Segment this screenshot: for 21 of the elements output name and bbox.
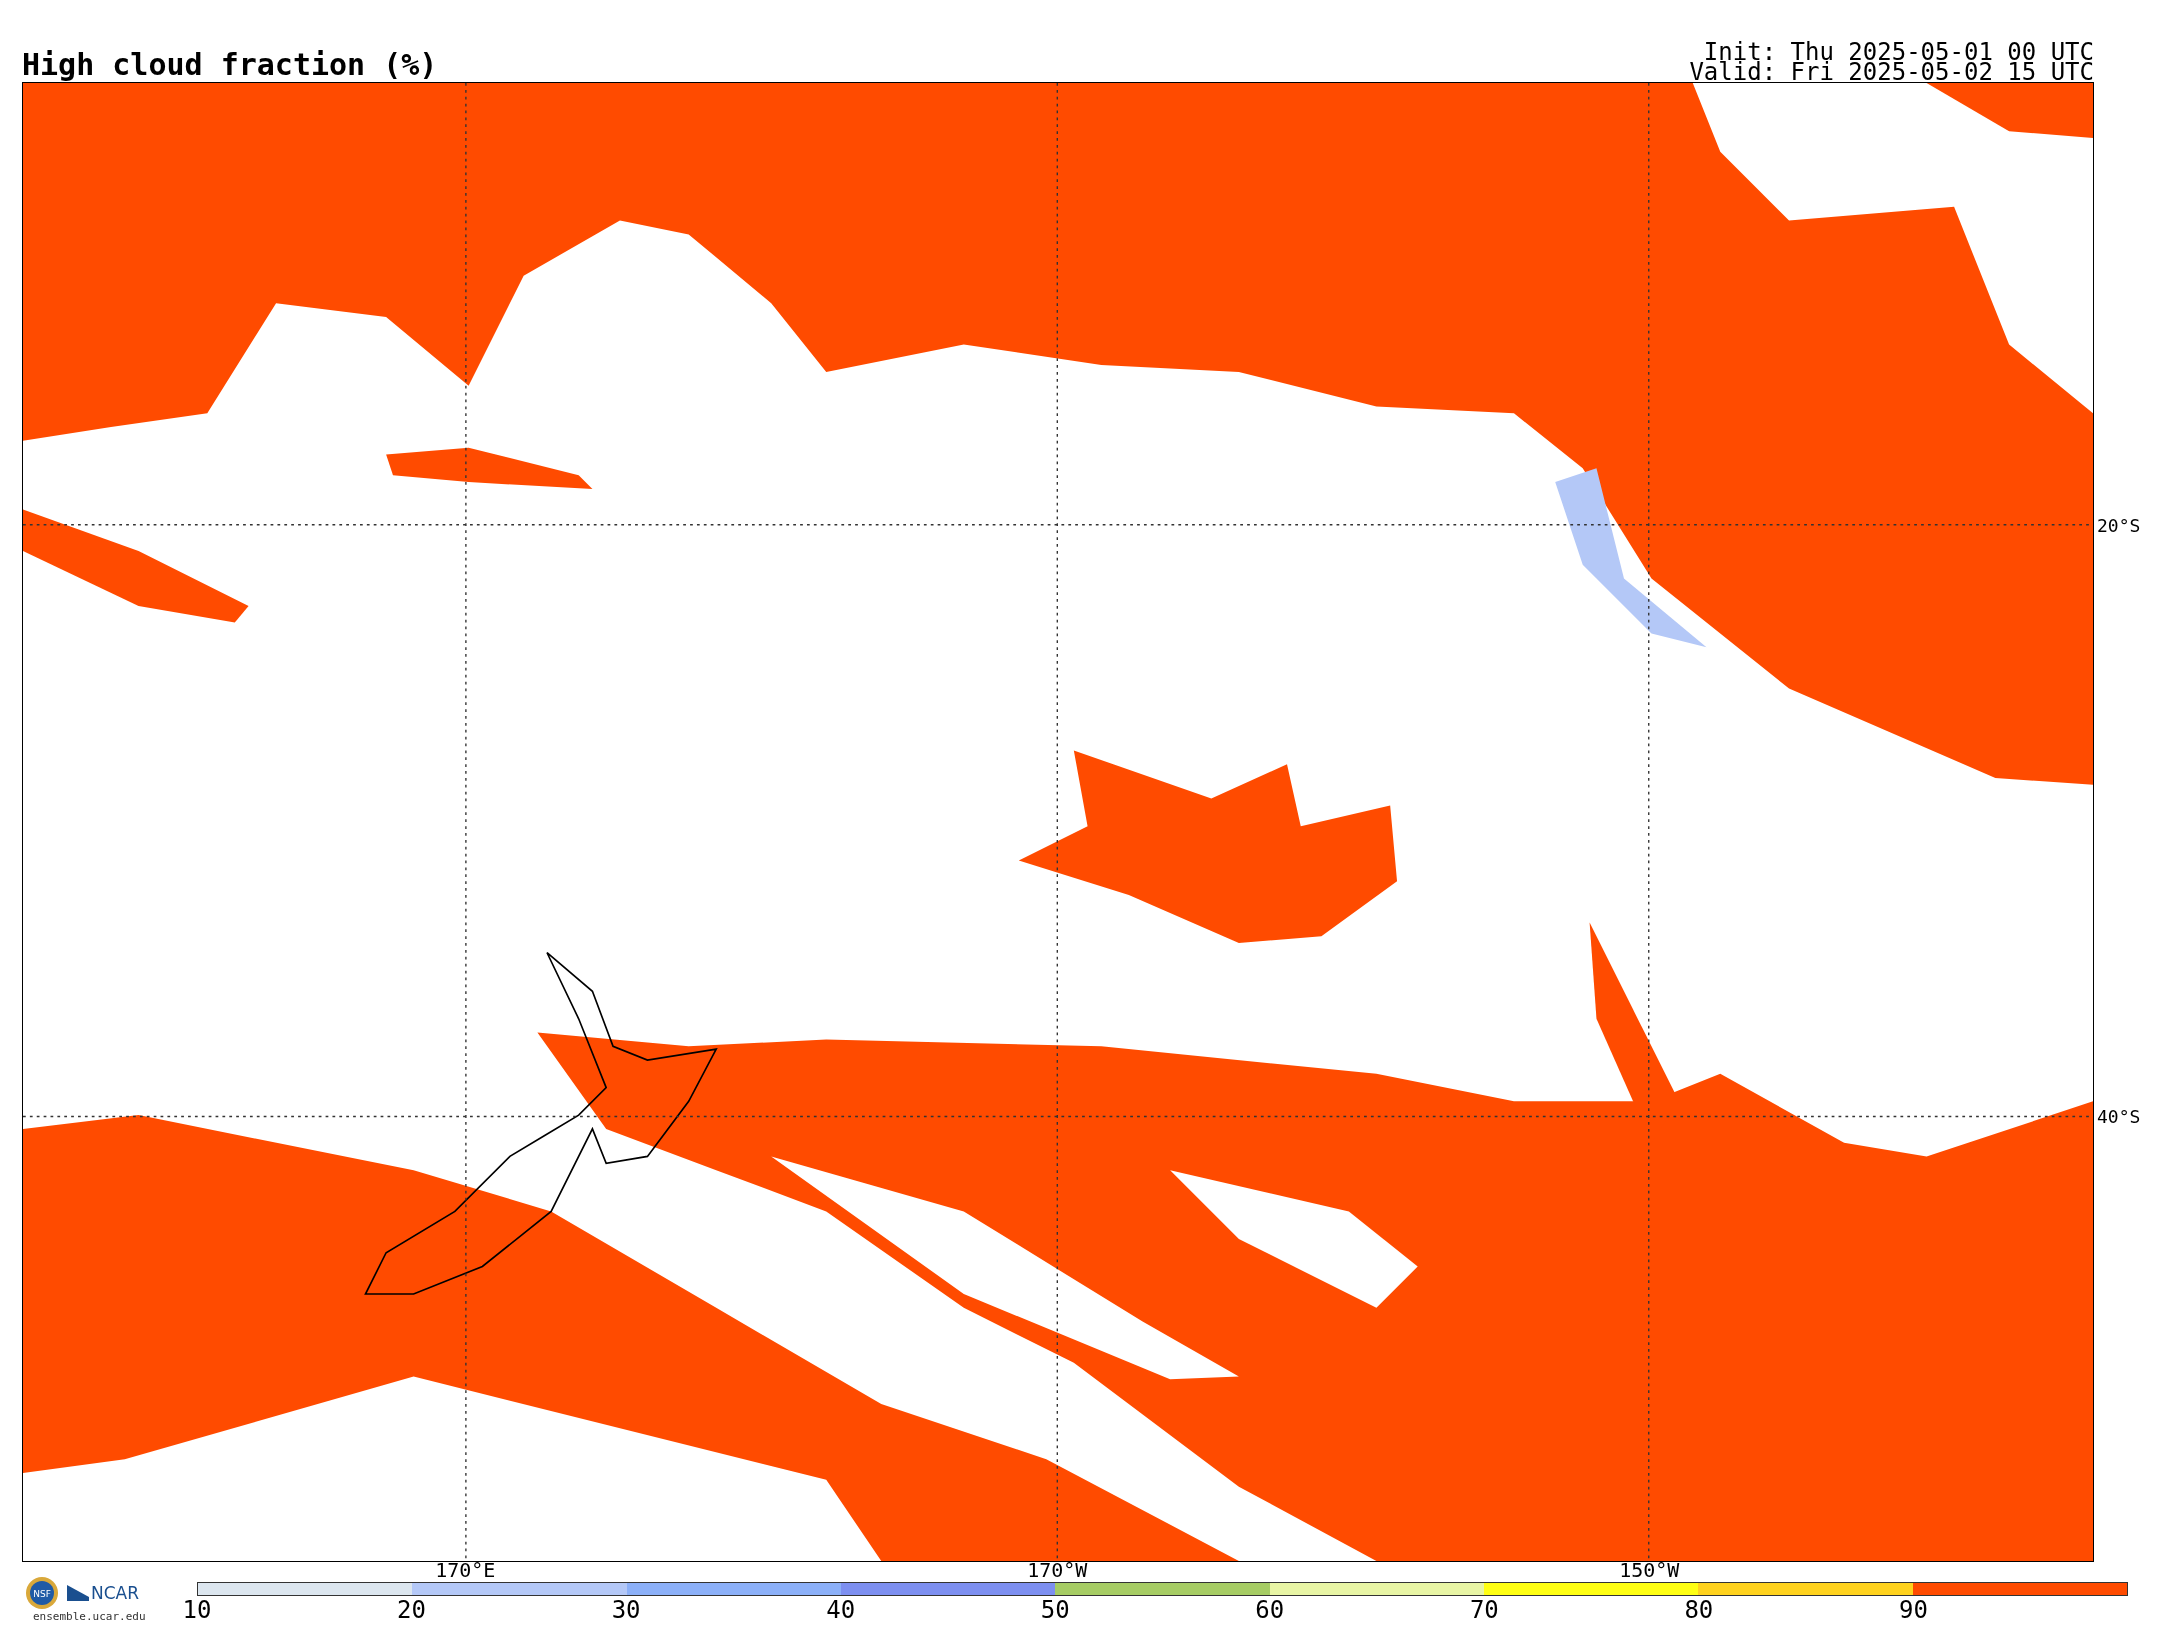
chart-title: High cloud fraction (%) [22,48,438,82]
org-logo-text: NCAR [91,1583,140,1603]
seal-logo-icon: NSF [25,1576,59,1610]
run-time-label: Valid: Fri 2025-05-02 15 UTC [1689,62,2094,82]
colorbar-tick-label: 70 [1469,1598,1499,1622]
latitude-label: 20°S [2097,514,2141,536]
ncar-logo-icon [67,1585,89,1601]
run-time-label: Init: Thu 2025-05-01 00 UTC [1703,42,2094,62]
colorbar-tick-label: 90 [1899,1598,1928,1622]
longitude-label: 170°W [1027,1560,1088,1580]
site-url: ensemble.ucar.edu [33,1610,147,1623]
colorbar-tick-label: 40 [826,1598,856,1622]
colorbar-tick-label: 50 [1040,1598,1070,1622]
colorbar-tick-label: 80 [1684,1598,1714,1622]
colorbar-tick-label: 20 [397,1598,426,1622]
latitude-label: 40°S [2097,1106,2141,1127]
longitude-label: 170°E [435,1560,496,1580]
colorbar-tick-label: 10 [182,1598,212,1622]
longitude-label: 150°W [1619,1560,1680,1580]
colorbar-tick-label: 60 [1255,1598,1285,1622]
colorbar-tick-label: 30 [611,1598,641,1622]
